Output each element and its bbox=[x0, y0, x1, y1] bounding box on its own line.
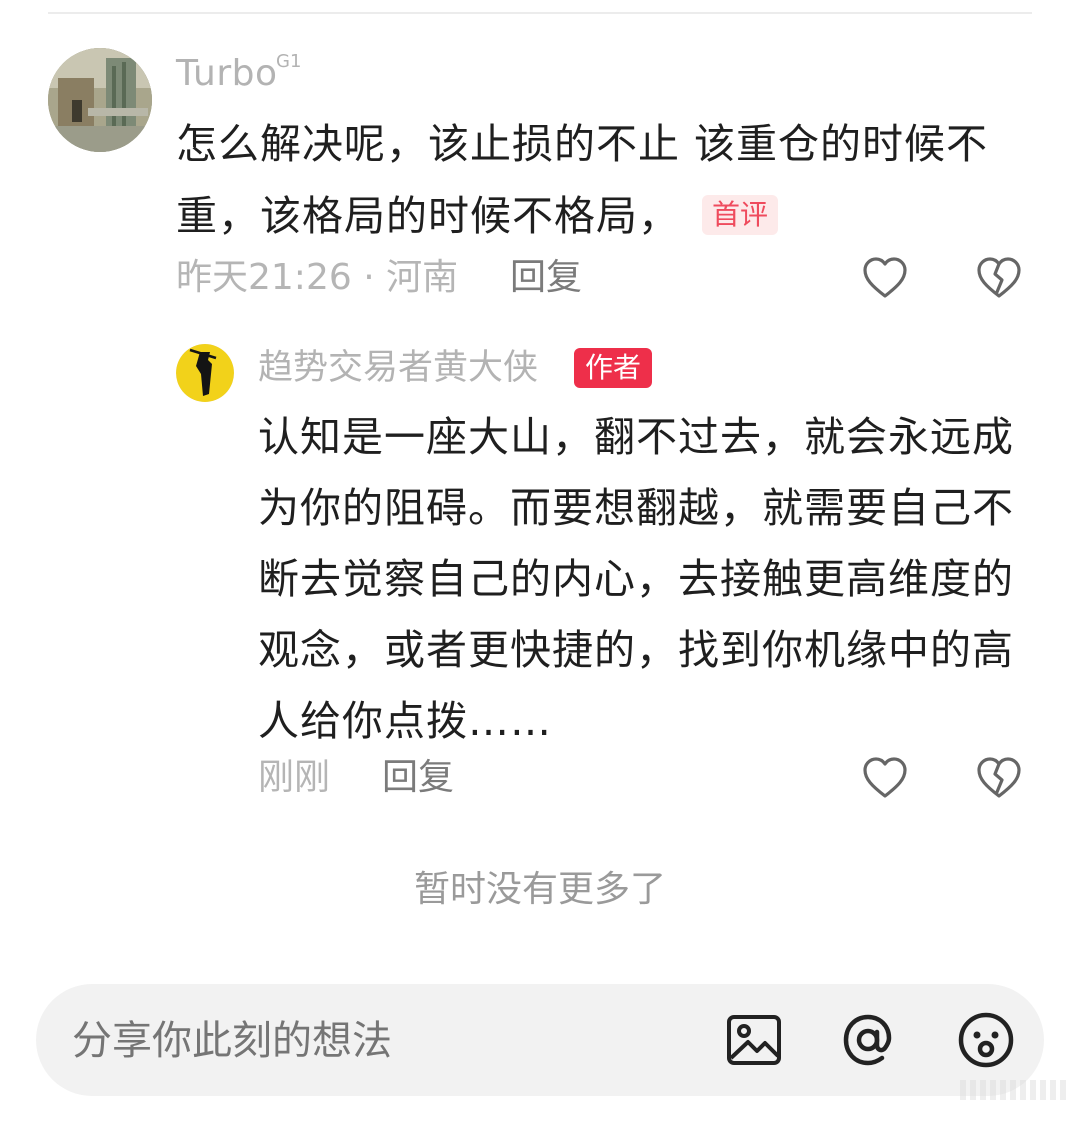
user-level-badge: G1 bbox=[276, 51, 302, 72]
comment-input[interactable] bbox=[72, 1016, 672, 1066]
like-icon[interactable] bbox=[862, 756, 908, 800]
reply-avatar[interactable] bbox=[176, 344, 234, 402]
watermark bbox=[960, 1080, 1070, 1100]
at-icon[interactable] bbox=[838, 1010, 898, 1070]
comment-body: 怎么解决呢，该止损的不止 该重仓的时候不重，该格局的时候不格局， 首评 bbox=[176, 108, 1036, 252]
comment-input-bar[interactable] bbox=[36, 984, 1044, 1096]
first-comment-badge: 首评 bbox=[702, 195, 779, 235]
reply-meta: 刚刚 bbox=[258, 757, 331, 798]
comment-username[interactable]: Turbo bbox=[176, 50, 278, 98]
comment-meta: 昨天21:26 · 河南 bbox=[176, 257, 459, 298]
dislike-icon[interactable] bbox=[976, 256, 1022, 300]
avatar-image bbox=[48, 48, 152, 152]
comment-thread-page: Turbo G1 怎么解决呢，该止损的不止 该重仓的时候不重，该格局的时候不格局… bbox=[0, 0, 1080, 1123]
emoji-icon[interactable] bbox=[956, 1010, 1016, 1070]
like-icon[interactable] bbox=[862, 256, 908, 300]
top-divider bbox=[48, 12, 1032, 14]
image-icon[interactable] bbox=[724, 1010, 784, 1070]
no-more-text: 暂时没有更多了 bbox=[413, 869, 666, 910]
dislike-icon[interactable] bbox=[976, 756, 1022, 800]
reply-username[interactable]: 趋势交易者黄大侠 bbox=[258, 344, 538, 392]
avatar[interactable] bbox=[48, 48, 152, 152]
reply-button[interactable]: 回复 bbox=[510, 254, 582, 302]
author-badge: 作者 bbox=[574, 348, 653, 388]
reply-avatar-image bbox=[176, 344, 234, 402]
reply-reply-button[interactable]: 回复 bbox=[382, 754, 454, 802]
reply-text: 认知是一座大山，翻不过去，就会永远成为你的阻碍。而要想翻越，就需要自己不断去觉察… bbox=[258, 413, 1014, 745]
comment-text: 怎么解决呢，该止损的不止 该重仓的时候不重，该格局的时候不格局， bbox=[176, 120, 989, 240]
